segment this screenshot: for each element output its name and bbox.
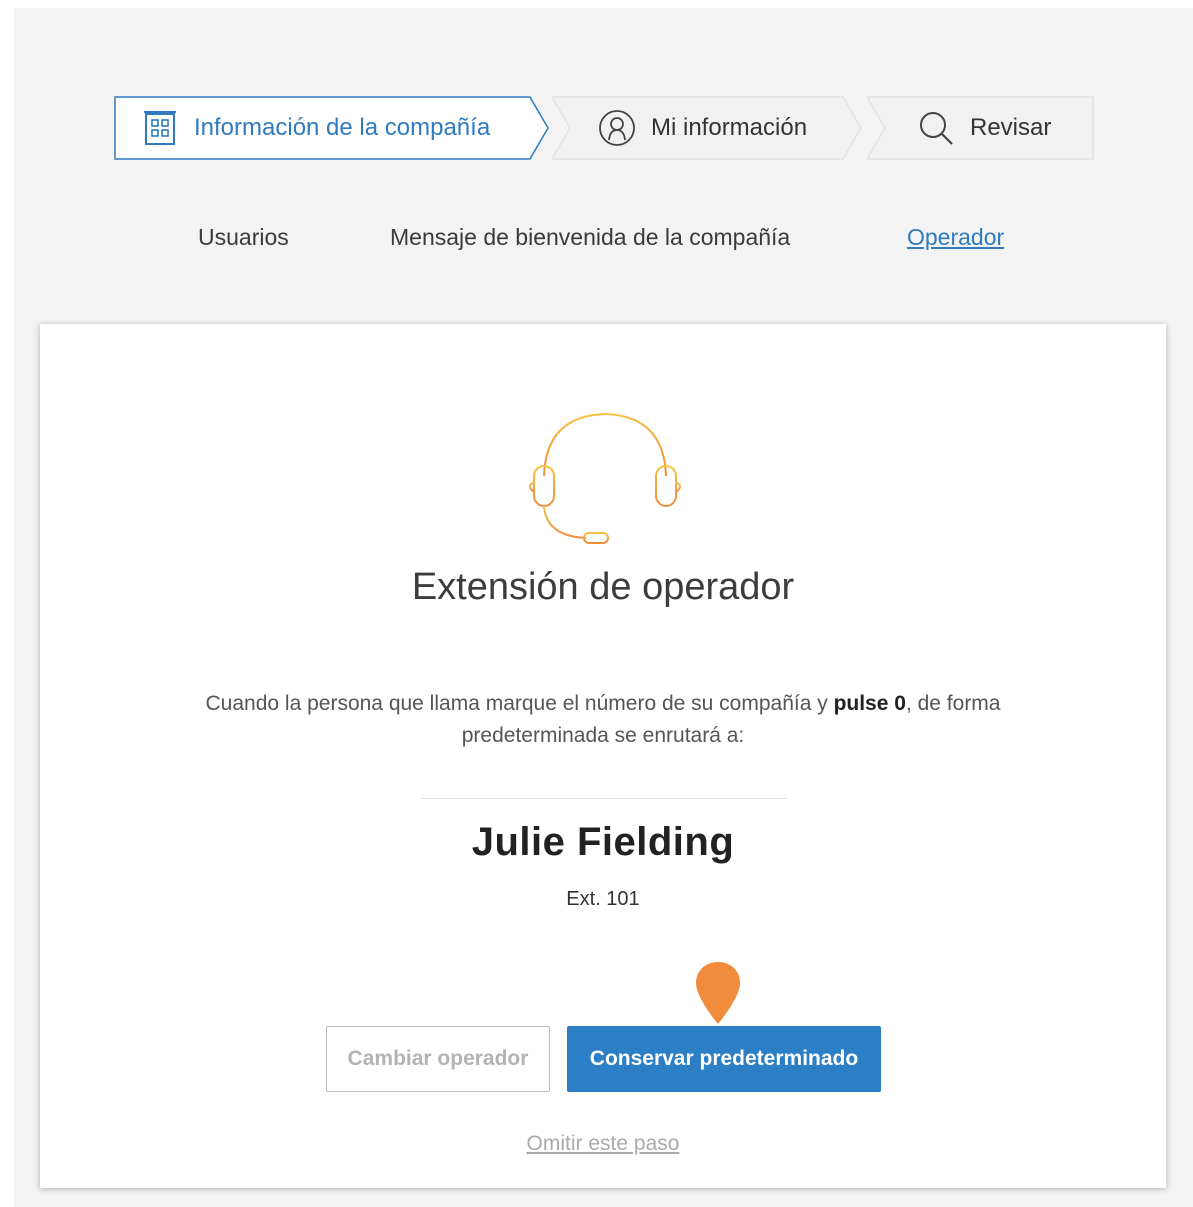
setup-page: Información de la compañía Mi informació… [14, 8, 1193, 1207]
operator-name: Julie Fielding [471, 820, 735, 864]
keep-default-button[interactable]: Conservar predeterminado [567, 1026, 881, 1092]
change-operator-button[interactable]: Cambiar operador [326, 1026, 550, 1092]
subnav-item-operator[interactable]: Operador [907, 224, 1004, 251]
divider [421, 798, 787, 799]
user-icon [597, 108, 637, 148]
headset-icon [529, 412, 681, 544]
card-title: Extensión de operador [411, 566, 795, 608]
subnav-item-users[interactable]: Usuarios [198, 224, 289, 251]
wizard-step-review[interactable]: Revisar [866, 96, 1094, 160]
wizard-step-my-info[interactable]: Mi información [551, 96, 863, 160]
operator-card: Extensión de operador Cuando la persona … [40, 324, 1166, 1188]
location-pin-icon [696, 962, 740, 1024]
operator-extension: Ext. 101 [566, 888, 640, 910]
operator-description: Cuando la persona que llama marque el nú… [160, 688, 1046, 752]
wizard-step-label: Mi información [651, 114, 808, 141]
subnav-item-welcome-message[interactable]: Mensaje de bienvenida de la compañía [390, 224, 790, 251]
description-bold: pulse 0 [833, 692, 906, 715]
subnav: Usuarios Mensaje de bienvenida de la com… [14, 220, 1193, 260]
skip-step-container: Omitir este paso [40, 1132, 1166, 1156]
skip-step-link[interactable]: Omitir este paso [527, 1132, 680, 1155]
wizard-step-label: Revisar [970, 114, 1052, 141]
building-icon [140, 108, 180, 148]
wizard-step-company-info[interactable]: Información de la compañía [114, 96, 550, 160]
wizard-step-label: Información de la compañía [194, 114, 491, 141]
description-text: Cuando la persona que llama marque el nú… [205, 692, 834, 715]
setup-wizard-steps: Información de la compañía Mi informació… [114, 96, 1094, 160]
search-icon [916, 108, 956, 148]
